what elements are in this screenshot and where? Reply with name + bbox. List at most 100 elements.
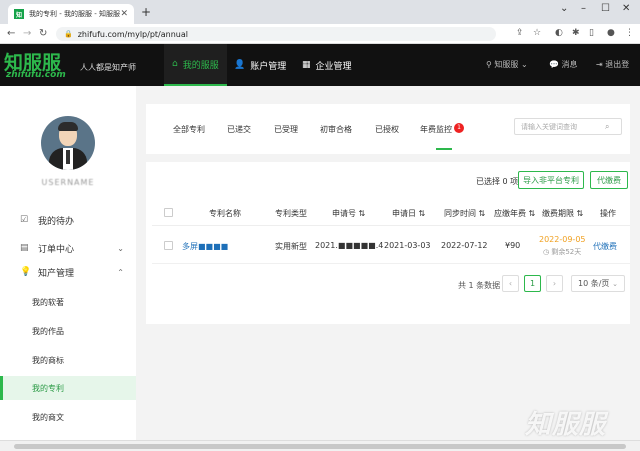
pay-fee-button[interactable]: 代缴费 xyxy=(590,171,628,189)
logout-icon: ⇥ xyxy=(596,60,603,69)
col-fee[interactable]: 应缴年费 ⇅ xyxy=(494,208,535,219)
nav-my-fufu[interactable]: ⌂ 我的服服 xyxy=(164,44,227,86)
scrollbar-thumb[interactable] xyxy=(14,444,626,449)
patent-name: 多屏■■■■ xyxy=(182,242,229,251)
chevron-down-icon: ⌄ xyxy=(117,243,124,253)
sidebar-sub-works[interactable]: 我的作品 xyxy=(0,319,136,343)
site-logo-sub: zhifufu.com xyxy=(6,70,66,80)
minimize-icon[interactable]: – xyxy=(581,3,586,14)
service-label: 知服服 xyxy=(494,60,519,69)
nav-label: 企业管理 xyxy=(315,61,352,72)
messages-link[interactable]: 💬 消息 xyxy=(549,59,578,70)
sort-icon: ⇅ xyxy=(576,209,584,218)
chevron-up-icon: ⌃ xyxy=(117,267,124,277)
nav-account[interactable]: 👤 账户管理 xyxy=(226,44,294,86)
user-icon: 👤 xyxy=(234,60,246,70)
sort-icon: ⇅ xyxy=(528,209,536,218)
sort-icon: ⇅ xyxy=(418,209,426,218)
col-fee-label: 应缴年费 xyxy=(494,209,526,218)
sidebar-sub-software[interactable]: 我的软著 xyxy=(0,290,136,314)
chevron-down-icon: ⌄ xyxy=(612,279,618,288)
tab-accepted[interactable]: 已受理 xyxy=(274,124,298,135)
import-patent-button[interactable]: 导入非平台专利 xyxy=(518,171,584,189)
next-page-button[interactable]: › xyxy=(546,275,563,292)
sidebar-item-todo[interactable]: ☑ 我的待办 xyxy=(0,208,136,232)
extension-icon[interactable]: ◐ xyxy=(555,28,563,38)
col-app-no[interactable]: 申请号 ⇅ xyxy=(332,208,365,219)
sidebar-item-label: 知产管理 xyxy=(38,268,75,279)
tab-granted[interactable]: 已授权 xyxy=(375,124,399,135)
sidebar-sub-patent[interactable]: 我的专利 xyxy=(0,376,136,400)
message-icon: 💬 xyxy=(549,60,559,69)
col-type: 专利类型 xyxy=(275,209,307,218)
forward-icon[interactable]: → xyxy=(23,28,31,39)
patent-name-link[interactable]: 多屏■■■■ xyxy=(182,241,228,252)
sidebar-item-ip[interactable]: 💡 知产管理 ⌃ xyxy=(0,260,136,284)
sidebar-icon[interactable]: ▯ xyxy=(589,28,594,38)
prev-page-button[interactable]: ‹ xyxy=(502,275,519,292)
share-icon[interactable]: ⇪ xyxy=(516,28,524,38)
sidebar-sub-doc[interactable]: 我的商文 xyxy=(0,405,136,429)
logout-link[interactable]: ⇥ 退出登 xyxy=(596,59,629,70)
col-sync[interactable]: 同步时间 ⇅ xyxy=(444,208,485,219)
clock-icon: ◷ xyxy=(543,248,550,256)
chevron-down-icon: ⌄ xyxy=(520,60,528,69)
url-field[interactable]: 🔒 zhifufu.com/mylp/pt/annual xyxy=(56,27,496,41)
row-pay-fee-link[interactable]: 代缴费 xyxy=(593,241,617,252)
search-icon[interactable]: ⌕ xyxy=(605,122,609,132)
back-icon[interactable]: ← xyxy=(7,28,15,39)
browser-tab[interactable]: 知 我的专利 - 我的服服 - 知服服 ✕ xyxy=(8,4,134,24)
active-tab-indicator xyxy=(436,148,452,150)
tab-all[interactable]: 全部专利 xyxy=(173,124,205,135)
patent-type: 实用新型 xyxy=(275,242,307,251)
profile-icon[interactable]: ● xyxy=(607,28,615,38)
col-deadline[interactable]: 缴费期限 ⇅ xyxy=(542,208,583,219)
tab-annual-fee-monitor[interactable]: 年费监控 xyxy=(420,124,452,135)
sidebar-sub-trademark[interactable]: 我的商标 xyxy=(0,348,136,372)
messages-label: 消息 xyxy=(561,60,578,69)
tab-close-icon[interactable]: ✕ xyxy=(120,9,128,19)
nav-label: 账户管理 xyxy=(250,61,287,72)
search-input[interactable] xyxy=(521,122,605,131)
user-circle-icon: ⚲ xyxy=(486,60,492,69)
bulb-icon: 💡 xyxy=(20,267,32,277)
chevron-down-icon[interactable]: ⌄ xyxy=(560,3,568,14)
tab-submitted[interactable]: 已递交 xyxy=(227,124,251,135)
sidebar-item-label: 订单中心 xyxy=(38,244,75,255)
select-all-checkbox[interactable] xyxy=(164,208,173,217)
reload-icon[interactable]: ↻ xyxy=(39,28,47,39)
window-close-icon[interactable]: ✕ xyxy=(622,3,630,14)
col-app-date[interactable]: 申请日 ⇅ xyxy=(392,208,425,219)
bookmark-star-icon[interactable]: ☆ xyxy=(533,28,541,38)
tab-prelim-passed[interactable]: 初审合格 xyxy=(320,124,352,135)
url-text: zhifufu.com/mylp/pt/annual xyxy=(77,29,188,39)
row-checkbox[interactable] xyxy=(164,241,173,250)
puzzle-icon[interactable]: ✱ xyxy=(572,28,580,38)
username: USERNAME xyxy=(41,178,95,187)
filter-tabs-panel: 全部专利 已递交 已受理 初审合格 已授权 年费监控 1 ⌕ xyxy=(146,104,630,154)
maximize-icon[interactable]: ☐ xyxy=(601,3,610,14)
selected-count: 已选择 0 项 xyxy=(476,177,519,186)
slogan: 人人都是知产师 xyxy=(80,63,136,72)
service-menu[interactable]: ⚲ 知服服 ⌄ xyxy=(486,59,528,70)
sidebar: USERNAME ☑ 我的待办 ▤ 订单中心 ⌄ 💡 知产管理 ⌃ 我的软著 我… xyxy=(0,86,136,451)
avatar[interactable] xyxy=(41,116,95,170)
application-number: 2021.■■■■■.4 xyxy=(315,241,384,250)
page-number-button[interactable]: 1 xyxy=(524,275,541,292)
address-bar: ← → ↻ 🔒 zhifufu.com/mylp/pt/annual ⇪ ☆ ◐… xyxy=(0,24,640,44)
watermark-logo: 知服服 xyxy=(525,410,607,440)
sidebar-item-orders[interactable]: ▤ 订单中心 ⌄ xyxy=(0,236,136,260)
nav-enterprise[interactable]: ▦ 企业管理 xyxy=(294,44,360,86)
app-header: 知服服 zhifufu.com 人人都是知产师 ⌂ 我的服服 👤 账户管理 ▦ … xyxy=(0,44,640,86)
page-size-select[interactable]: 10 条/页 ⌄ xyxy=(571,275,625,292)
menu-dots-icon[interactable]: ⋮ xyxy=(625,28,634,38)
col-sync-label: 同步时间 xyxy=(444,209,476,218)
table-header: 专利名称 专利类型 申请号 ⇅ 申请日 ⇅ 同步时间 ⇅ 应缴年费 ⇅ 缴费期限… xyxy=(152,200,630,226)
sidebar-item-label: 我的待办 xyxy=(38,216,75,227)
new-tab-icon[interactable]: + xyxy=(141,5,151,19)
horizontal-scrollbar[interactable] xyxy=(0,440,640,451)
logout-label: 退出登 xyxy=(605,60,630,69)
annual-fee: ¥90 xyxy=(505,241,521,250)
col-deadline-label: 缴费期限 xyxy=(542,209,574,218)
todo-icon: ☑ xyxy=(20,215,29,225)
